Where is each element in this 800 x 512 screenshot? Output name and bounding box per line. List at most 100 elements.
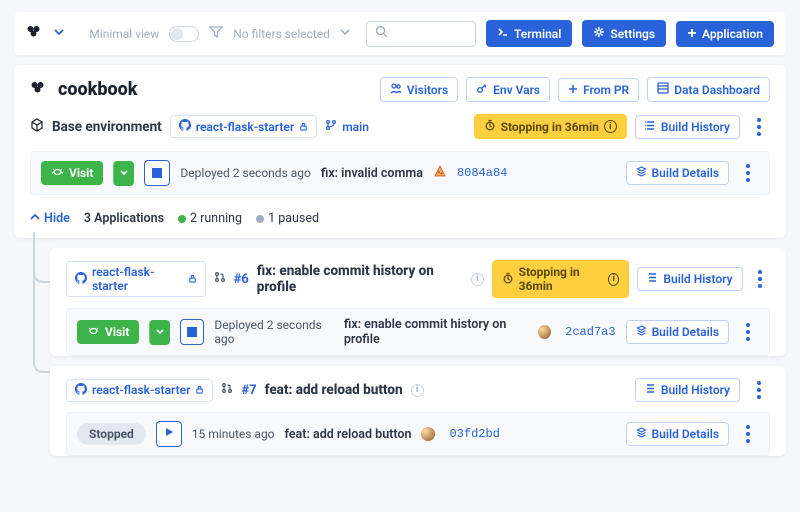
filter-icon[interactable] [209,25,223,43]
build-details-button[interactable]: Build Details [626,422,729,446]
env-menu-button[interactable] [748,381,770,399]
list-icon [647,272,658,286]
build-history-label: Build History [663,272,732,286]
commit-hash[interactable]: 2cad7a3 [565,325,615,339]
repo-name: react-flask-starter [92,265,183,293]
pr-number[interactable]: #6 [234,272,249,287]
play-icon [163,426,175,442]
visitors-icon [390,82,402,97]
crab-icon [51,166,64,180]
envvars-label: Env Vars [493,83,540,97]
layers-icon [636,166,647,180]
visit-label: Visit [105,325,129,339]
visit-dropdown[interactable] [149,320,170,345]
filters-dropdown[interactable] [340,26,350,41]
build-history-button[interactable]: Build History [637,267,742,291]
repo-tag[interactable]: react-flask-starter [66,261,206,297]
pr-number[interactable]: #7 [241,383,256,398]
commit-hash[interactable]: 03fd2bd [449,427,499,441]
terminal-label: Terminal [514,27,561,41]
stop-button[interactable] [180,319,204,345]
deployed-ago: 15 minutes ago [192,427,275,441]
build-history-label: Build History [661,120,730,134]
app-logo-icon [26,25,44,43]
paused-count: 1 paused [256,211,319,226]
info-icon: i [608,273,619,286]
pr-title: feat: add reload button [265,382,403,398]
avatar-icon [421,427,435,441]
lock-icon [195,383,204,397]
deploy-menu-button[interactable] [737,323,759,341]
envvars-button[interactable]: Env Vars [466,77,550,102]
visit-button[interactable]: Visit [77,320,139,344]
stopped-badge: Stopped [77,423,146,445]
from-pr-label: From PR [583,83,629,97]
terminal-button[interactable]: Terminal [486,20,572,47]
hide-label: Hide [44,211,70,226]
build-details-button[interactable]: Build Details [626,161,729,185]
minimal-view-toggle[interactable] [169,26,199,42]
base-env-label: Base environment [52,119,162,135]
commit-hash[interactable]: 8084a84 [457,166,507,180]
commit-message: fix: enable commit history on profile [344,317,528,347]
list-icon [645,383,656,397]
build-history-button[interactable]: Build History [635,378,740,402]
visitors-button[interactable]: Visitors [380,77,458,102]
chevron-up-icon [30,211,40,226]
hide-toggle[interactable]: Hide [30,211,70,226]
pr-card-7: react-flask-starter #7 feat: add reload … [50,366,786,456]
gear-icon [593,26,605,41]
list-icon [645,120,656,134]
info-icon[interactable]: i [411,384,424,397]
commit-message: feat: add reload button [285,427,412,442]
data-dashboard-button[interactable]: Data Dashboard [647,77,770,102]
env-menu-button[interactable] [748,118,770,136]
build-details-button[interactable]: Build Details [626,320,729,344]
branch-tag[interactable]: main [325,119,369,134]
pr-title: fix: enable commit history on profile [257,263,463,295]
layers-icon [636,427,647,441]
stopping-badge: Stopping in 36min i [492,260,630,298]
deploy-menu-button[interactable] [737,425,759,443]
minimal-view-label: Minimal view [89,27,159,41]
terminal-icon [497,26,509,41]
crab-icon [87,325,100,339]
running-count: 2 running [178,211,242,226]
deploy-menu-button[interactable] [737,164,759,182]
info-icon[interactable]: i [471,273,483,286]
repo-tag[interactable]: react-flask-starter [170,115,317,138]
repo-tag[interactable]: react-flask-starter [66,379,213,402]
visit-dropdown[interactable] [113,161,134,186]
env-menu-button[interactable] [751,270,770,288]
filters-label: No filters selected [233,27,330,41]
visit-button[interactable]: Visit [41,161,103,185]
stop-button[interactable] [144,160,170,186]
deploy-row-pr7: Stopped 15 minutes ago feat: add reload … [66,412,770,456]
layers-icon [636,325,647,339]
key-icon [476,82,488,97]
repo-name: react-flask-starter [196,120,294,134]
play-button[interactable] [156,421,182,447]
from-pr-button[interactable]: From PR [558,78,639,102]
topbar: Minimal view No filters selected Termina… [14,12,786,55]
info-icon: i [604,120,617,133]
build-history-button[interactable]: Build History [635,115,740,139]
build-details-label: Build Details [652,427,719,441]
dashboard-label: Data Dashboard [674,83,760,97]
build-history-label: Build History [661,383,730,397]
deployed-ago: Deployed 2 seconds ago [214,318,333,346]
build-details-label: Build Details [652,166,719,180]
new-application-button[interactable]: Application [676,21,774,47]
branch-name: main [342,120,369,134]
search-input[interactable] [366,21,476,47]
apps-summary: Hide 3 Applications 2 running 1 paused [14,205,786,238]
search-icon [375,25,388,42]
plus-icon [687,27,697,41]
deploy-row-base: Visit Deployed 2 seconds ago fix: invali… [30,151,770,195]
settings-button[interactable]: Settings [582,20,666,47]
stopping-text: Stopping in 36min [519,265,603,293]
project-switcher[interactable] [54,26,64,41]
deployed-ago: Deployed 2 seconds ago [180,166,310,180]
apps-count: 3 Applications [84,211,164,226]
dashboard-icon [657,82,669,97]
